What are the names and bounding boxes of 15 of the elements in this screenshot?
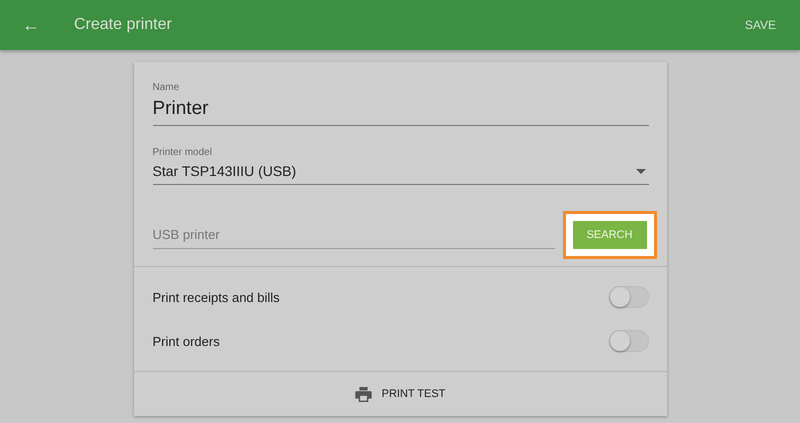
field-label: Printer model bbox=[152, 147, 213, 158]
caret-icon bbox=[636, 168, 646, 174]
toggle-label: Print receipts and bills bbox=[152, 290, 280, 304]
window-title: Create printer bbox=[74, 16, 173, 34]
print-test-button[interactable]: PRINT TEST bbox=[134, 372, 666, 416]
printer-icon bbox=[354, 386, 372, 402]
toggle-switch[interactable] bbox=[608, 286, 648, 308]
name-field[interactable]: Name Printer bbox=[152, 82, 648, 126]
field-value: Star TSP143IIIU (USB) bbox=[152, 163, 296, 179]
field-label: Name bbox=[152, 82, 180, 93]
toggle-switch[interactable] bbox=[608, 330, 648, 352]
toggle-label: Print orders bbox=[152, 334, 220, 348]
input-field[interactable]: USB printer bbox=[152, 221, 554, 249]
model-dropdown[interactable]: Printer model Star TSP143IIIU (USB) bbox=[152, 147, 648, 185]
field-value: Printer bbox=[152, 97, 210, 121]
